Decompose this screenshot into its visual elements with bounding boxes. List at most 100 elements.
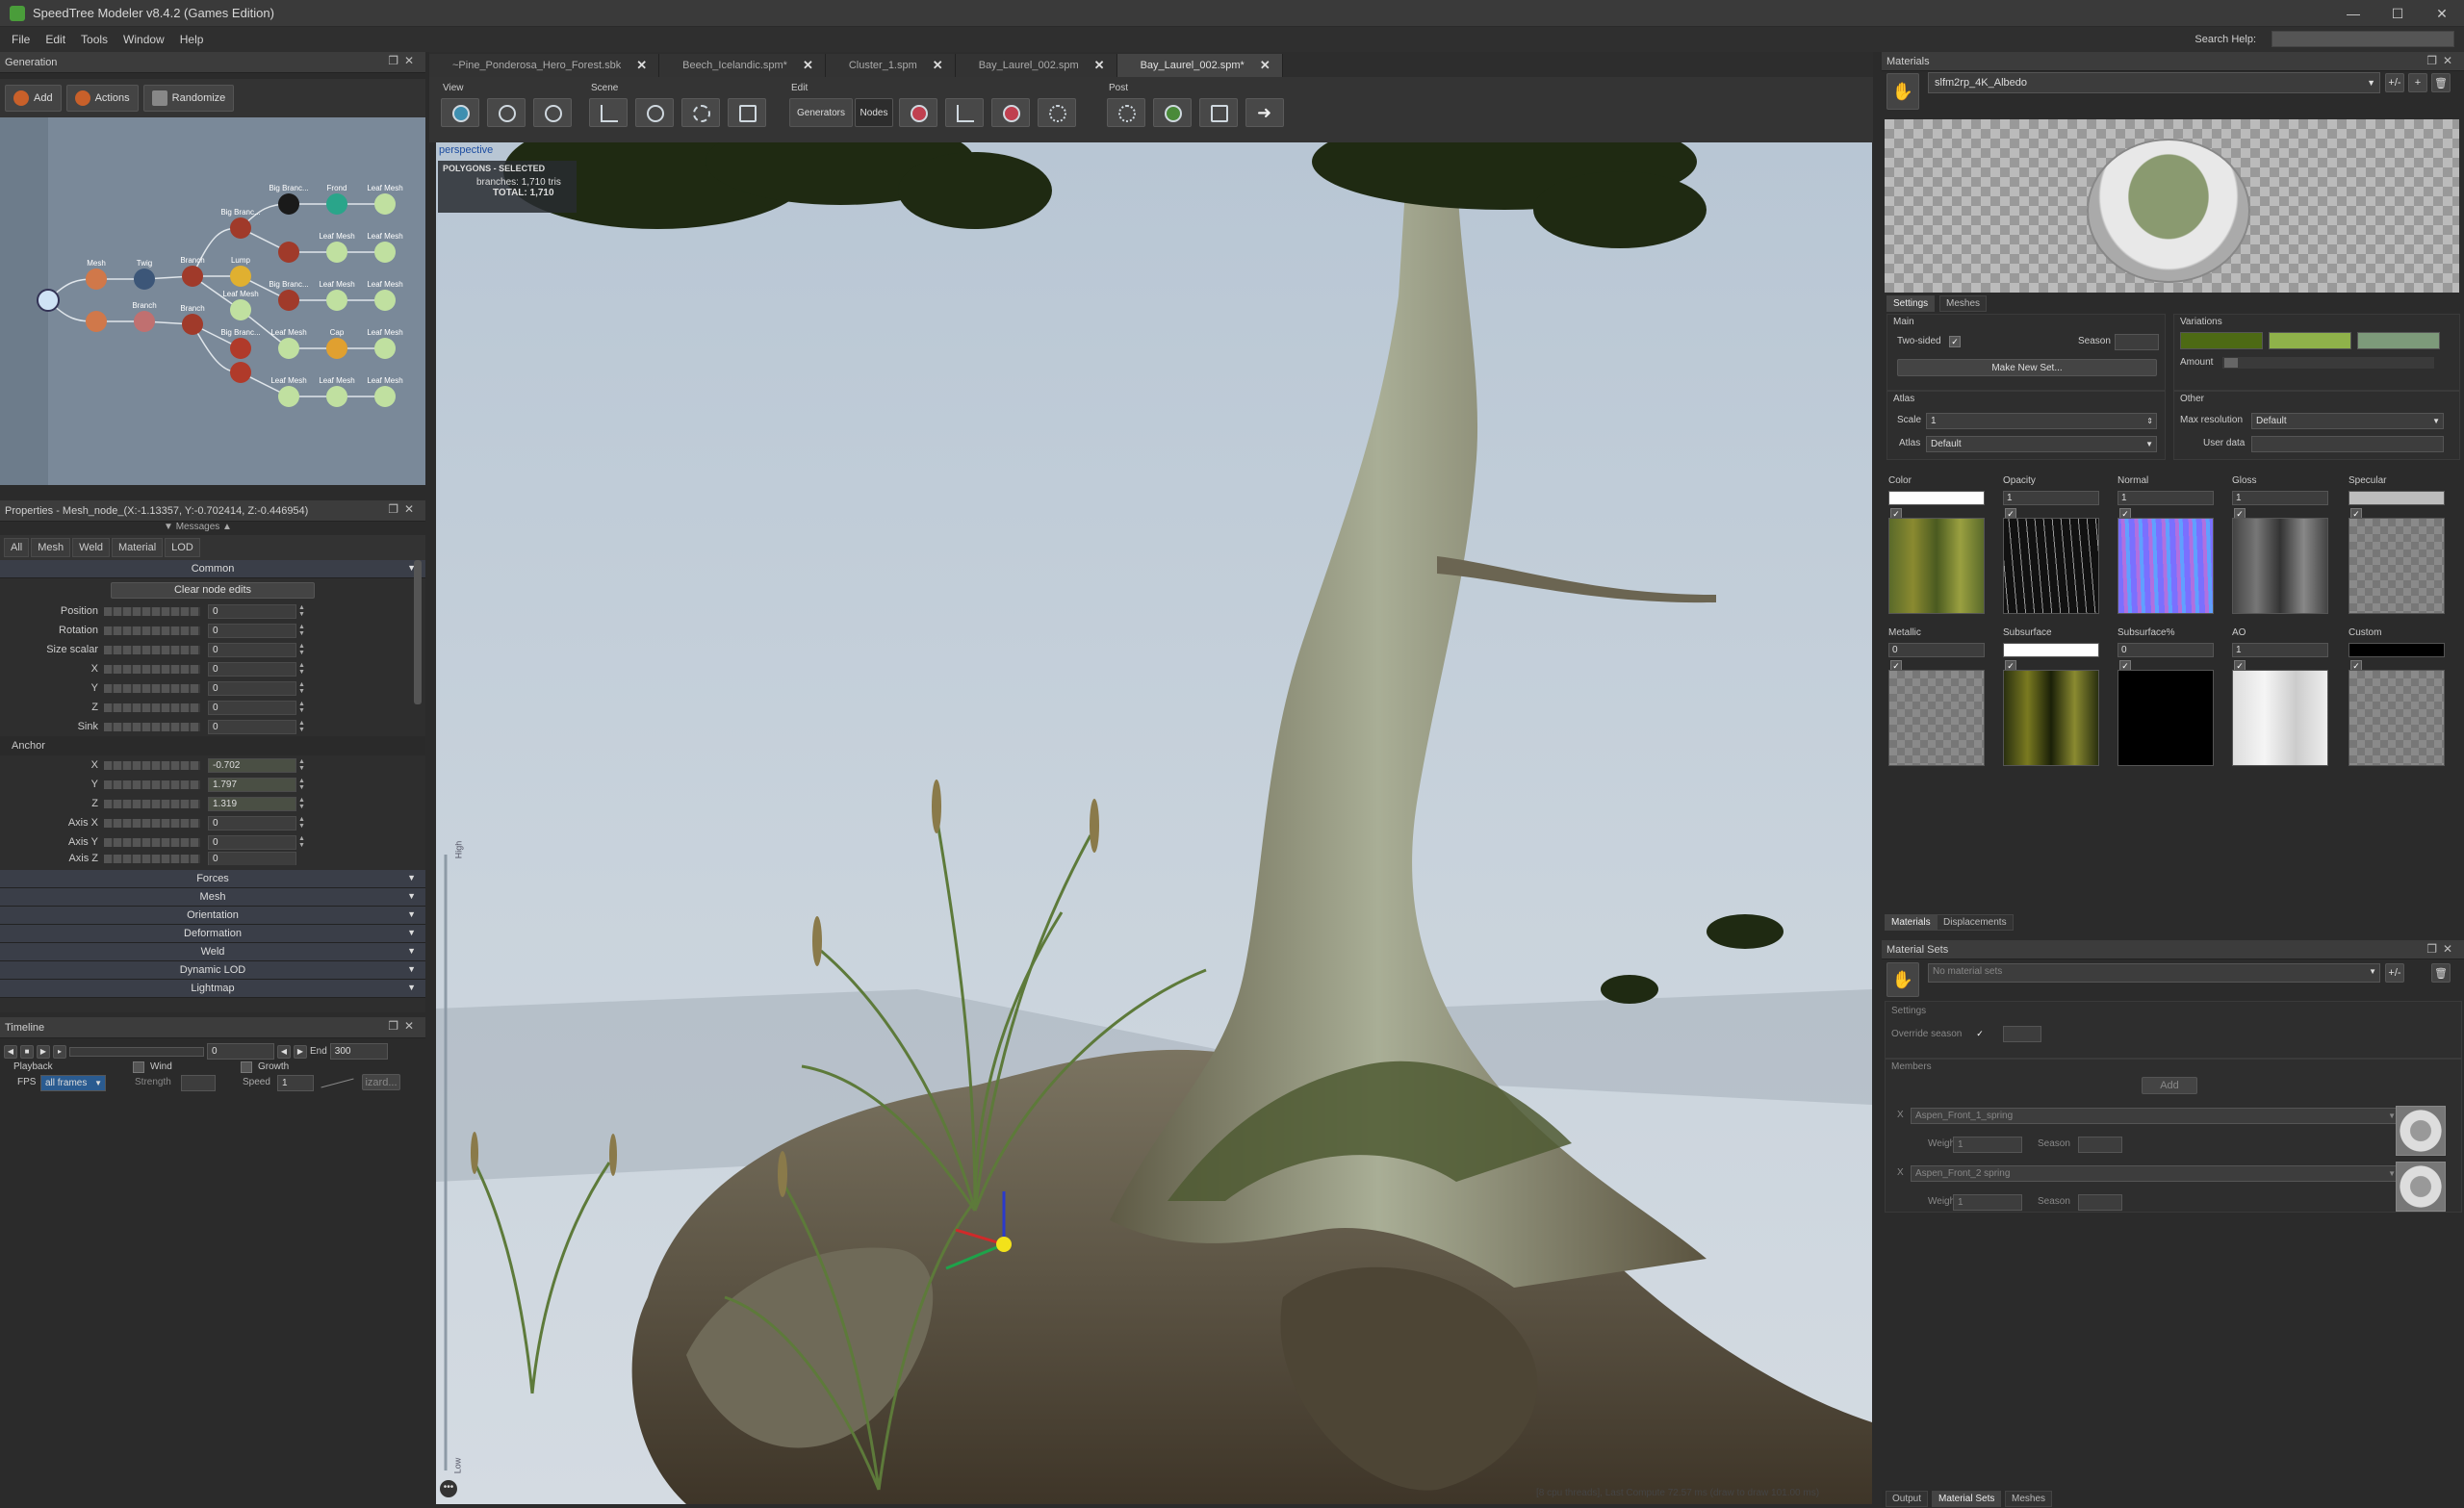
doc-tab[interactable]: ~Pine_Ponderosa_Hero_Forest.sbk ✕ [429, 54, 660, 77]
growth-checkbox[interactable] [241, 1061, 252, 1073]
speed-field[interactable]: 1 [277, 1075, 314, 1091]
menu-window[interactable]: Window [116, 33, 172, 46]
add-button[interactable]: Add [5, 85, 62, 112]
prop-slider[interactable] [104, 818, 200, 828]
panel-float-close-icon[interactable]: ❐✕ [2426, 54, 2458, 67]
doc-tab-active[interactable]: Bay_Laurel_002.spm* ✕ [1116, 54, 1283, 77]
prev-frame-icon[interactable]: ◀ [277, 1044, 291, 1059]
3d-viewport[interactable]: High Low ••• [436, 142, 1872, 1504]
atlas-select[interactable]: Default ▼ [1926, 436, 2157, 452]
spinner-icon[interactable]: ⇕ [2146, 414, 2153, 428]
close-tab-icon[interactable]: ✕ [933, 58, 943, 73]
edit-add-button[interactable] [945, 98, 984, 127]
tex-normal-field[interactable]: 1 [2118, 491, 2214, 505]
tex-metallic-thumb[interactable] [1888, 670, 1985, 766]
scene-rotate-button[interactable] [635, 98, 674, 127]
tex-opacity-field[interactable]: 1 [2003, 491, 2099, 505]
edit-eye-button[interactable] [991, 98, 1030, 127]
stop-icon[interactable]: ■ [20, 1044, 34, 1059]
scene-transform-button[interactable] [728, 98, 766, 127]
tex-subsurface-swatch[interactable] [2003, 643, 2099, 657]
prop-slider[interactable] [104, 683, 200, 693]
section-lightmap[interactable]: Lightmap ▼ [0, 980, 425, 998]
tex-custom-thumb[interactable] [2348, 670, 2445, 766]
prop-value-field[interactable]: 0 [208, 700, 296, 715]
member-season-field[interactable] [2078, 1194, 2122, 1211]
prop-slider[interactable] [104, 837, 200, 847]
spinner-icon[interactable]: ▲ ▼ [298, 604, 306, 618]
material-set-arrows-icon[interactable]: +/- [2385, 963, 2404, 983]
fps-select[interactable]: all frames ▼ [40, 1075, 106, 1091]
timeline-scrubber[interactable] [69, 1046, 204, 1057]
edit-paint-button[interactable] [899, 98, 937, 127]
tab-material-sets[interactable]: Material Sets [1932, 1491, 2002, 1507]
delete-material-icon[interactable]: 🗑 [2431, 73, 2451, 92]
scene-move-button[interactable] [681, 98, 720, 127]
tab-displacements[interactable]: Displacements [1937, 914, 2014, 931]
spinner-icon[interactable]: ▲ ▼ [298, 681, 306, 695]
hand-tool-icon[interactable]: ✋ [1886, 73, 1919, 110]
prop-value-field[interactable]: 0 [208, 852, 296, 865]
post-export-button[interactable] [1199, 98, 1238, 127]
prop-value-field[interactable]: 1.319 [208, 796, 296, 811]
close-tab-icon[interactable]: ✕ [636, 58, 647, 73]
prop-slider[interactable] [104, 645, 200, 654]
tex-specular-thumb[interactable] [2348, 518, 2445, 614]
max-resolution-select[interactable]: Default ▼ [2251, 413, 2444, 429]
menu-file[interactable]: File [4, 33, 38, 46]
tex-gloss-field[interactable]: 1 [2232, 491, 2328, 505]
prop-value-field[interactable]: 0 [208, 661, 296, 677]
close-tab-icon[interactable]: ✕ [1094, 58, 1105, 73]
menu-help[interactable]: Help [172, 33, 212, 46]
tex-subsurface-pct-thumb[interactable] [2118, 670, 2214, 766]
hand-tool-icon[interactable]: ✋ [1886, 962, 1919, 997]
orbit-view-button[interactable] [487, 98, 526, 127]
member-select[interactable]: Aspen_Front_2 spring ▼ [1911, 1165, 2400, 1182]
override-season-checkbox[interactable]: ✓ [1974, 1029, 1986, 1040]
tab-materials[interactable]: Materials [1885, 914, 1938, 931]
generators-button[interactable]: Generators [789, 98, 853, 127]
randomize-button[interactable]: Randomize [142, 85, 235, 112]
post-nodes-button[interactable] [1107, 98, 1145, 127]
strength-field[interactable] [181, 1075, 216, 1091]
prop-slider[interactable] [104, 722, 200, 731]
viewport-mode-label[interactable]: perspective [439, 144, 493, 156]
spinner-icon[interactable]: ▲ ▼ [298, 778, 306, 791]
spinner-icon[interactable]: ▲ ▼ [298, 797, 306, 810]
next-frame-icon[interactable]: ▶ [294, 1044, 307, 1059]
member-season-field[interactable] [2078, 1137, 2122, 1153]
properties-scrollbar[interactable] [414, 560, 422, 704]
prop-slider[interactable] [104, 760, 200, 770]
actions-button[interactable]: Actions [65, 85, 139, 112]
tex-ao-field[interactable]: 1 [2232, 643, 2328, 657]
remove-member-icon[interactable]: X [1897, 1110, 1904, 1120]
tab-all[interactable]: All [4, 538, 30, 557]
step-icon[interactable]: ▸ [53, 1044, 66, 1059]
section-forces[interactable]: Forces ▼ [0, 870, 425, 888]
tex-normal-thumb[interactable] [2118, 518, 2214, 614]
delete-material-set-icon[interactable]: 🗑 [2431, 963, 2451, 983]
messages-toggle[interactable]: ▼ Messages ▲ [164, 522, 232, 532]
tex-subsurface-thumb[interactable] [2003, 670, 2099, 766]
prop-value-field[interactable]: 0 [208, 623, 296, 638]
close-tab-icon[interactable]: ✕ [1260, 58, 1270, 73]
rewind-icon[interactable]: ◀ [4, 1044, 17, 1059]
search-help-input[interactable] [2272, 31, 2454, 47]
tab-meshes[interactable]: Meshes [1939, 295, 1988, 312]
tab-lod[interactable]: LOD [165, 538, 200, 557]
play-icon[interactable]: ▶ [37, 1044, 50, 1059]
prop-value-field[interactable]: 0 [208, 815, 296, 831]
tex-gloss-thumb[interactable] [2232, 518, 2328, 614]
season-field[interactable] [2115, 334, 2159, 350]
override-season-field[interactable] [2003, 1026, 2041, 1042]
add-material-icon[interactable]: + [2408, 73, 2427, 92]
spinner-icon[interactable]: ▲ ▼ [298, 701, 306, 714]
tab-mesh[interactable]: Mesh [31, 538, 71, 557]
spinner-icon[interactable]: ▲ ▼ [298, 816, 306, 830]
tab-meshes-bottom[interactable]: Meshes [2005, 1491, 2053, 1507]
spinner-icon[interactable]: ▲ ▼ [298, 720, 306, 733]
variation-swatch-3[interactable] [2357, 332, 2440, 349]
prop-slider[interactable] [104, 626, 200, 635]
section-deformation[interactable]: Deformation ▼ [0, 925, 425, 943]
doc-tab[interactable]: Beech_Icelandic.spm* ✕ [659, 54, 826, 77]
